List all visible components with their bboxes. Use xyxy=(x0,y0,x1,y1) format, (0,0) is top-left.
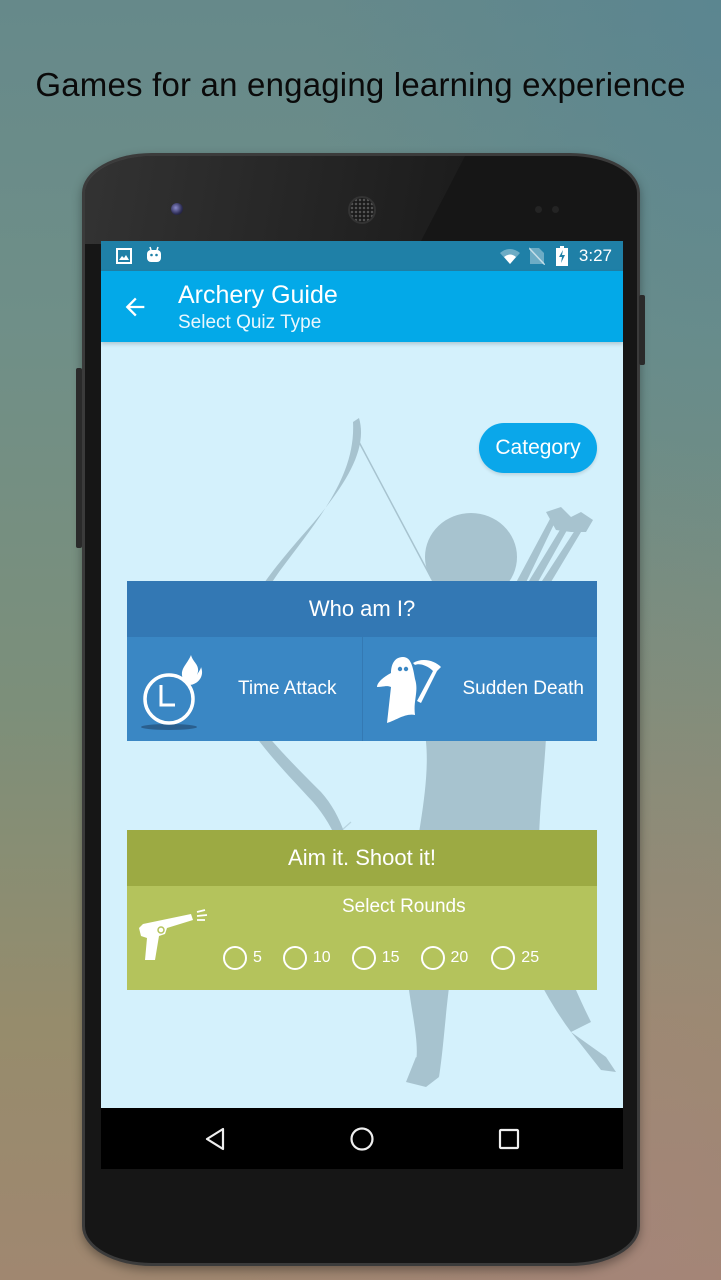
aim-shoot-card: Aim it. Shoot it! Select Rounds 5 10 15 … xyxy=(127,830,597,990)
category-button[interactable]: Category xyxy=(479,423,597,473)
sudden-death-button[interactable]: Sudden Death xyxy=(361,637,598,741)
flaming-clock-icon xyxy=(141,655,203,730)
no-sim-icon xyxy=(529,247,545,265)
volume-button xyxy=(76,368,82,548)
app-subtitle: Select Quiz Type xyxy=(178,312,322,333)
rounds-option-20[interactable]: 20 xyxy=(420,946,468,970)
front-camera xyxy=(171,203,183,215)
app-title: Archery Guide xyxy=(178,281,338,309)
status-time: 3:27 xyxy=(578,246,612,265)
light-sensor xyxy=(552,206,559,213)
promo-headline: Games for an engaging learning experienc… xyxy=(35,66,686,103)
image-notification-icon xyxy=(116,248,132,264)
wifi-icon xyxy=(500,249,520,264)
who-am-i-title: Who am I? xyxy=(127,581,597,637)
radio-button[interactable] xyxy=(491,946,516,970)
radio-button[interactable] xyxy=(351,946,376,970)
rounds-option-10[interactable]: 10 xyxy=(282,946,331,970)
earpiece-speaker xyxy=(348,196,376,224)
proximity-sensor xyxy=(535,206,542,213)
aim-shoot-title: Aim it. Shoot it! xyxy=(127,830,597,886)
home-circle-icon[interactable] xyxy=(348,1125,376,1153)
rounds-option-15[interactable]: 15 xyxy=(351,946,400,970)
sudden-death-label: Sudden Death xyxy=(462,678,585,699)
rounds-option-5[interactable]: 5 xyxy=(223,946,262,970)
status-bar: 3:27 xyxy=(101,241,623,271)
select-rounds-label: Select Rounds xyxy=(342,896,466,917)
rounds-radio-group: 5 10 15 20 25 xyxy=(223,946,539,970)
ghost-reaper-icon xyxy=(376,657,441,723)
app-bar: Archery Guide Select Quiz Type xyxy=(101,271,623,342)
battery-charging-icon xyxy=(556,246,568,266)
time-attack-button[interactable]: Time Attack xyxy=(127,637,362,741)
who-am-i-card: Who am I? Time Attack Sudden Death xyxy=(127,581,597,741)
navigation-bar xyxy=(101,1108,623,1169)
back-triangle-icon[interactable] xyxy=(201,1125,229,1153)
back-arrow-icon[interactable] xyxy=(121,293,149,321)
android-notification-icon xyxy=(147,246,161,262)
pistol-icon xyxy=(139,909,208,960)
time-attack-label: Time Attack xyxy=(238,678,337,699)
recents-square-icon[interactable] xyxy=(495,1125,523,1153)
radio-button[interactable] xyxy=(223,946,247,970)
power-button xyxy=(639,295,645,365)
radio-button[interactable] xyxy=(420,946,445,970)
radio-button[interactable] xyxy=(282,946,307,970)
rounds-option-25[interactable]: 25 xyxy=(491,946,539,970)
phone-screen: 3:27 Archery Guide Select Quiz Type Cate… xyxy=(101,241,623,1169)
